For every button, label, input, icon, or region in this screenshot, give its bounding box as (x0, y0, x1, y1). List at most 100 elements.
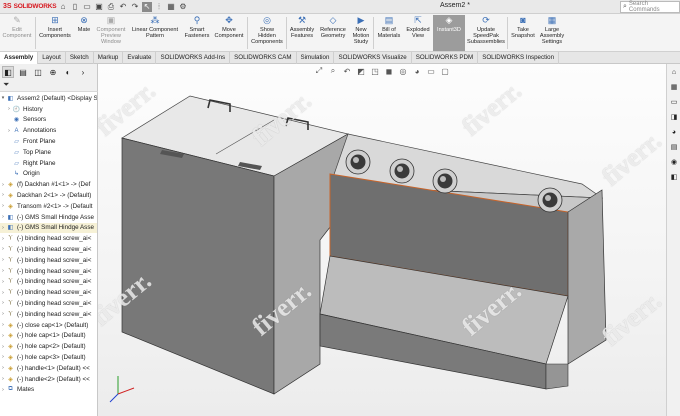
tree-item[interactable]: › ◈ (-) hole cap<3> (Default) (0, 352, 97, 363)
undo-icon[interactable]: ↶ (118, 2, 128, 12)
large-assembly-button[interactable]: ▦ Large Assembly Settings (538, 15, 566, 51)
view-palette-icon[interactable]: ◨ (668, 111, 680, 123)
tab-simulation[interactable]: Simulation (297, 52, 335, 64)
tab-sketch[interactable]: Sketch (66, 52, 94, 64)
edit-component-button[interactable]: ✎ Edit Component (2, 15, 32, 51)
tree-item[interactable]: › ◈ (-) close cap<1> (Default) (0, 320, 97, 331)
new-motion-study-button[interactable]: ▶ New Motion Study (349, 15, 373, 51)
tab-markup[interactable]: Markup (94, 52, 124, 64)
home-icon[interactable]: ⌂ (58, 2, 68, 12)
tree-item[interactable]: › Ⲩ (-) binding head screw_ai< (0, 255, 97, 266)
bill-of-materials-button[interactable]: ▤ Bill of Materials (374, 15, 404, 51)
smart-fasteners-button[interactable]: ⚲ Smart Fasteners (182, 15, 212, 51)
tree-item[interactable]: › Ⲩ (-) binding head screw_ai< (0, 244, 97, 255)
assembly-3d-model[interactable] (98, 64, 666, 416)
redo-icon[interactable]: ↷ (130, 2, 140, 12)
tab-solidworks-visualize[interactable]: SOLIDWORKS Visualize (334, 52, 412, 64)
design-library-icon[interactable]: ▦ (668, 81, 680, 93)
open-folder-icon[interactable]: ▭ (82, 2, 92, 12)
screw-icon: Ⲩ (8, 245, 13, 252)
traffic-light-icon[interactable]: ⦙ (154, 2, 164, 12)
tree-item[interactable]: ▱ Front Plane (0, 136, 97, 147)
tree-item[interactable]: ▱ Right Plane (0, 158, 97, 169)
tree-item[interactable]: › ◈ (-) hole cap<1> (Default) (0, 331, 97, 342)
tree-item[interactable]: › Ⲩ (-) binding head screw_ai< (0, 266, 97, 277)
tree-filter[interactable]: ⏷ (0, 80, 97, 90)
tree-item[interactable]: › ◧ (-) GMS Small Hindge Asse (0, 222, 97, 234)
custom-properties-icon[interactable]: ▤ (668, 141, 680, 153)
linear-pattern-button[interactable]: ⁂ Linear Component Pattern (129, 15, 181, 51)
tree-item[interactable]: › Ⲩ (-) binding head screw_ai< (0, 298, 97, 309)
insert-components-button[interactable]: ⊞ Insert Components (36, 15, 74, 51)
tree-item[interactable]: ▱ Top Plane (0, 147, 97, 158)
tab-solidworks-inspection[interactable]: SOLIDWORKS Inspection (478, 52, 560, 64)
reference-geometry-button[interactable]: ◇ Reference Geometry (317, 15, 349, 51)
tree-item[interactable]: ◉ Sensors (0, 115, 97, 126)
task-pane-strip: ⌂ ▦ ▭ ◨ ◕ ▤ ◉ ◧ (666, 64, 680, 416)
tree-item[interactable]: › Ⲩ (-) binding head screw_ai< (0, 233, 97, 244)
gauge-hole-1 (345, 149, 371, 175)
new-file-icon[interactable]: ▯ (70, 2, 80, 12)
tab-layout[interactable]: Layout (38, 52, 66, 64)
move-component-button[interactable]: ✥ Move Component (212, 15, 246, 51)
tree-item[interactable]: › Ⲩ (-) binding head screw_ai< (0, 277, 97, 288)
part-icon: ◈ (8, 322, 13, 329)
tree-item[interactable]: › 🕘 History (0, 104, 97, 115)
linear-pattern-icon: ⁂ (150, 15, 160, 25)
solidworks-resources-icon[interactable]: ⌂ (668, 66, 680, 78)
file-explorer-icon[interactable]: ▭ (668, 96, 680, 108)
rebuild-icon[interactable]: ▦ (166, 2, 176, 12)
exploded-view-button[interactable]: ⇱ Exploded View (404, 15, 432, 51)
appearances-icon[interactable]: ◕ (668, 126, 680, 138)
show-hidden-button[interactable]: ◎ Show Hidden Components (248, 15, 286, 51)
ribbon-label: Mate (77, 27, 91, 33)
tree-item[interactable]: ↳ Origin (0, 169, 97, 180)
tree-item[interactable]: › A Annotations (0, 125, 97, 136)
options-gear-icon[interactable]: ⚙ (178, 2, 188, 12)
save-icon[interactable]: ▣ (94, 2, 104, 12)
tree-item[interactable]: ▾ ◧ Assem2 (Default) <Display St (0, 93, 97, 104)
graphics-viewport[interactable]: ⤢ ⌕ ↶ ◩ ◳ ◼ ◎ ◕ ▭ ▢ fiverr. fiverr. five… (98, 64, 666, 416)
mate-button[interactable]: ⊗ Mate (75, 15, 93, 51)
part-icon: ◈ (8, 182, 13, 189)
plane-icon: ▱ (14, 149, 19, 156)
tree-item[interactable]: › ◈ (f) Dackhan #1<1> -> (Def (0, 179, 97, 190)
tab-solidworks-add-ins[interactable]: SOLIDWORKS Add-Ins (156, 52, 231, 64)
update-speedpak-button[interactable]: ⟳ Update SpeedPak Subassemblies (466, 15, 506, 51)
tree-item[interactable]: › ⧉ Mates (0, 385, 97, 396)
feature-manager-tab-icon[interactable]: ◧ (2, 66, 14, 78)
part-icon: ◈ (8, 376, 13, 383)
forum-icon[interactable]: ◉ (668, 156, 680, 168)
tree-item[interactable]: › ◈ (-) hole cap<2> (Default) (0, 341, 97, 352)
select-cursor-icon[interactable]: ↖ (142, 1, 152, 12)
configuration-manager-tab-icon[interactable]: ◫ (32, 66, 44, 78)
tab-evaluate[interactable]: Evaluate (123, 52, 157, 64)
tree-item[interactable]: › ◈ (-) handle<1> (Default) << (0, 363, 97, 374)
tree-item[interactable]: › Ⲩ (-) binding head screw_ai< (0, 287, 97, 298)
display-manager-tab-icon[interactable]: ◐ (62, 66, 74, 78)
tree-item-label: (-) GMS Small Hindge Asse (17, 224, 94, 232)
instant3d-icon: ◈ (445, 15, 453, 25)
tree-item[interactable]: › ◈ Dackhan 2<1> -> (Default) (0, 190, 97, 201)
component-preview-button[interactable]: ▣ Component Preview Window (94, 15, 128, 51)
tree-item[interactable]: › ◈ (-) handle<2> (Default) << (0, 374, 97, 385)
assembly-icon: ◧ (7, 95, 14, 102)
take-snapshot-button[interactable]: ◙ Take Snapshot (508, 15, 538, 51)
dimxpert-tab-icon[interactable]: ⊕ (47, 66, 59, 78)
assembly-features-button[interactable]: ⚒ Assembly Features (287, 15, 317, 51)
search-commands-input[interactable]: ⌕ Search Commands (620, 1, 680, 13)
bill-of-materials-icon: ▤ (384, 15, 394, 25)
property-manager-tab-icon[interactable]: ▤ (17, 66, 29, 78)
tab-solidworks-pdm[interactable]: SOLIDWORKS PDM (412, 52, 479, 64)
pdm-icon[interactable]: ◧ (668, 171, 680, 183)
tab-solidworks-cam[interactable]: SOLIDWORKS CAM (230, 52, 297, 64)
print-icon[interactable]: ⎙ (106, 2, 116, 12)
tab-assembly[interactable]: Assembly (0, 52, 39, 64)
reference-geometry-icon: ◇ (329, 15, 337, 25)
app-logo[interactable]: 3S SOLIDWORKS (0, 3, 57, 10)
tree-item[interactable]: › Ⲩ (-) binding head screw_ai< (0, 309, 97, 320)
tree-item[interactable]: › ◈ Transom #2<1> -> (Default (0, 201, 97, 212)
instant3d-button[interactable]: ◈ Instant3D (433, 15, 465, 51)
more-tabs-icon[interactable]: › (77, 66, 89, 78)
tree-item[interactable]: › ◧ (-) GMS Small Hindge Asse (0, 212, 97, 223)
